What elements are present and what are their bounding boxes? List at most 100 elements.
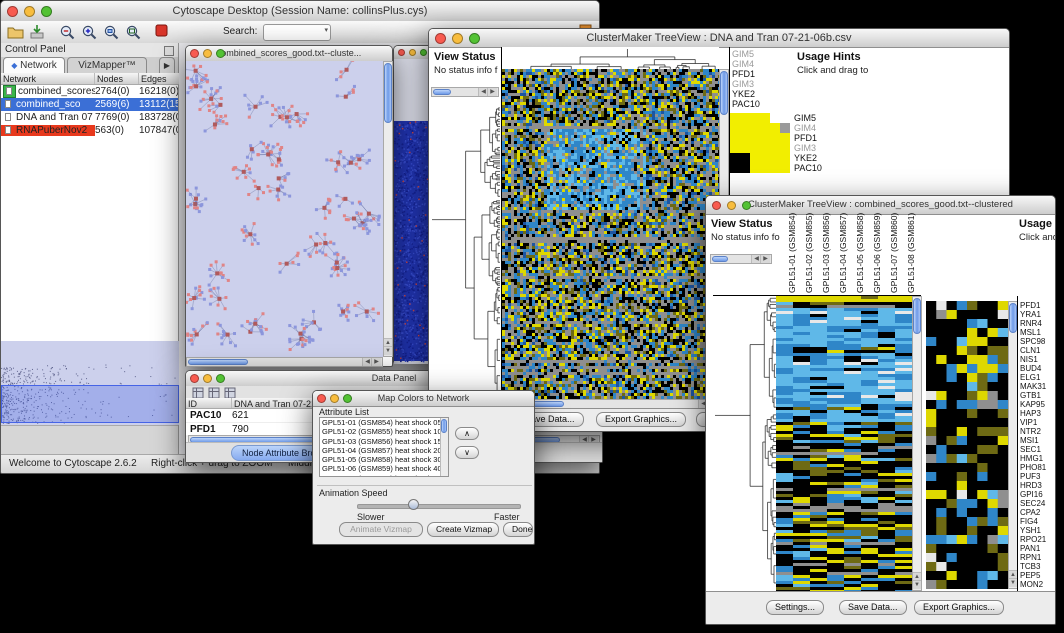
gene-label[interactable]: NTR2	[1020, 427, 1046, 436]
animation-speed-slider[interactable]	[357, 504, 521, 509]
gene-label[interactable]: TCB3	[1020, 562, 1046, 571]
gene-label[interactable]: MAK31	[1020, 382, 1046, 391]
close-icon[interactable]	[435, 33, 446, 44]
zoom-icon[interactable]	[216, 49, 225, 58]
gene-label[interactable]: PFD1	[1020, 301, 1046, 310]
zoom-icon[interactable]	[343, 394, 352, 403]
column-header-network[interactable]: Network	[1, 73, 95, 84]
treeview-button[interactable]: Export Graphics...	[596, 412, 686, 427]
zoom-fit-icon[interactable]	[125, 24, 142, 40]
network-horizontal-scrollbar[interactable]: ◀ ▶	[186, 357, 383, 367]
gene-label[interactable]: MSI1	[1020, 436, 1046, 445]
attribute-list-item[interactable]: GPL51-03 (GSM856) heat shock 15 min	[320, 437, 442, 446]
gene-label[interactable]: SPC98	[1020, 337, 1046, 346]
gene-label[interactable]: NIS1	[1020, 355, 1046, 364]
import-icon[interactable]	[29, 24, 46, 40]
gene-label[interactable]: VIP1	[1020, 418, 1046, 427]
scroll-right-icon[interactable]: ▶	[371, 358, 381, 366]
list-scrollbar[interactable]	[440, 418, 448, 476]
gene-label[interactable]: HAP3	[1020, 409, 1046, 418]
minimize-icon[interactable]	[203, 49, 212, 58]
gene-label[interactable]: CPA2	[1020, 508, 1046, 517]
heatmap-canvas[interactable]	[502, 69, 719, 399]
treeview-button[interactable]: Export Graphics...	[914, 600, 1004, 615]
main-title-bar[interactable]: Cytoscape Desktop (Session Name: collins…	[1, 1, 599, 22]
gene-label[interactable]: RPO21	[1020, 535, 1046, 544]
attribute-list-item[interactable]: GPL51-07 (GSM860) heat shock 60 min	[320, 474, 442, 477]
select-attributes-icon[interactable]	[192, 386, 204, 398]
zoom-icon[interactable]	[41, 6, 52, 17]
attribute-list[interactable]: GPL51-01 (GSM854) heat shock 05 minGPL51…	[319, 417, 449, 477]
detail-heatmap-canvas[interactable]	[926, 301, 1008, 589]
close-icon[interactable]	[190, 374, 199, 383]
scroll-down-icon[interactable]: ▼	[384, 346, 392, 355]
gene-label[interactable]: PHO81	[1020, 463, 1046, 472]
zoom-icon[interactable]	[420, 49, 427, 56]
gene-label[interactable]: FIG4	[1020, 517, 1046, 526]
attribute-list-item[interactable]: GPL51-04 (GSM857) heat shock 20 min	[320, 446, 442, 455]
network-list-row[interactable]: combined_sco2569(6)13112(15)	[1, 98, 178, 111]
zoom-icon[interactable]	[216, 374, 225, 383]
gene-label[interactable]: CLN1	[1020, 346, 1046, 355]
tab-vizmapper[interactable]: VizMapper™	[67, 57, 147, 73]
zoom-icon[interactable]	[742, 201, 751, 210]
column-header-nodes[interactable]: Nodes	[95, 73, 139, 84]
tab-overflow-button[interactable]: ▶	[159, 57, 175, 73]
minimize-icon[interactable]	[203, 374, 212, 383]
heatmap-canvas[interactable]	[776, 296, 912, 591]
gene-label[interactable]: HRD3	[1020, 481, 1046, 490]
panel-divider[interactable]	[1017, 296, 1018, 592]
dendrogram-mini-scrollbar[interactable]: ◀ ▶	[710, 254, 772, 264]
delete-attribute-icon[interactable]	[224, 386, 236, 398]
gene-label[interactable]: GTB1	[1020, 391, 1046, 400]
gene-label[interactable]: SEC1	[1020, 445, 1046, 454]
attribute-list-item[interactable]: GPL51-02 (GSM855) heat shock 10 min	[320, 427, 442, 436]
dendrogram-mini-scrollbar[interactable]: ◀ ▶	[431, 87, 499, 97]
treeview-button[interactable]: Settings...	[766, 600, 824, 615]
row-dendrogram-canvas[interactable]	[430, 107, 500, 399]
network-list-row[interactable]: DNA and Tran 077769(0)183728(0)	[1, 111, 178, 124]
close-icon[interactable]	[712, 201, 721, 210]
gene-label[interactable]: ELG1	[1020, 373, 1046, 382]
minimize-icon[interactable]	[452, 33, 463, 44]
zoom-in-icon[interactable]	[81, 24, 98, 40]
network-list-row[interactable]: combined_scores2764(0)16218(0)	[1, 85, 178, 98]
attribute-list-item[interactable]: GPL51-06 (GSM859) heat shock 40 min	[320, 464, 442, 473]
gene-label[interactable]: SEC24	[1020, 499, 1046, 508]
float-panel-icon[interactable]	[164, 46, 174, 56]
column-header-edges[interactable]: Edges	[139, 73, 179, 84]
minimize-icon[interactable]	[24, 6, 35, 17]
scroll-right-icon[interactable]: ▶	[760, 255, 770, 263]
gene-label[interactable]: MSL1	[1020, 328, 1046, 337]
zoom-icon[interactable]	[469, 33, 480, 44]
close-icon[interactable]	[190, 49, 199, 58]
column-dendrogram-canvas[interactable]	[502, 47, 719, 69]
network-list-row[interactable]: RNAPuberNov2563(0)107847(0)	[1, 124, 178, 137]
column-header-id[interactable]: ID	[186, 398, 232, 408]
close-icon[interactable]	[7, 6, 18, 17]
close-icon[interactable]	[398, 49, 405, 56]
gene-label[interactable]: PUF3	[1020, 472, 1046, 481]
minimize-icon[interactable]	[330, 394, 339, 403]
gene-label[interactable]: PEP5	[1020, 571, 1046, 580]
gene-label[interactable]: BUD4	[1020, 364, 1046, 373]
row-dendrogram-canvas[interactable]	[713, 296, 776, 591]
network-view-canvas[interactable]	[186, 61, 383, 357]
create-attribute-icon[interactable]	[208, 386, 220, 398]
gene-label[interactable]: YRA1	[1020, 310, 1046, 319]
zoom-selected-icon[interactable]	[103, 24, 120, 40]
zoom-out-icon[interactable]	[59, 24, 76, 40]
scroll-right-icon[interactable]: ▶	[487, 88, 497, 96]
dialog-button[interactable]: Done	[503, 522, 533, 537]
gene-label[interactable]: YSH1	[1020, 526, 1046, 535]
treeview-dna-title-bar[interactable]: ClusterMaker TreeView : DNA and Tran 07-…	[429, 29, 1009, 48]
gene-label[interactable]: HMG1	[1020, 454, 1046, 463]
search-input[interactable]: ▾	[263, 24, 331, 41]
attribute-list-item[interactable]: GPL51-01 (GSM854) heat shock 05 min	[320, 418, 442, 427]
gene-label[interactable]: KAP95	[1020, 400, 1046, 409]
treeview-button[interactable]: Save Data...	[839, 600, 907, 615]
heatmap-vertical-scrollbar[interactable]: ▲ ▼	[912, 296, 922, 591]
scroll-down-icon[interactable]: ▼	[1009, 578, 1017, 587]
dialog-button[interactable]: Create Vizmap	[427, 522, 499, 537]
gene-label[interactable]: RPN1	[1020, 553, 1046, 562]
